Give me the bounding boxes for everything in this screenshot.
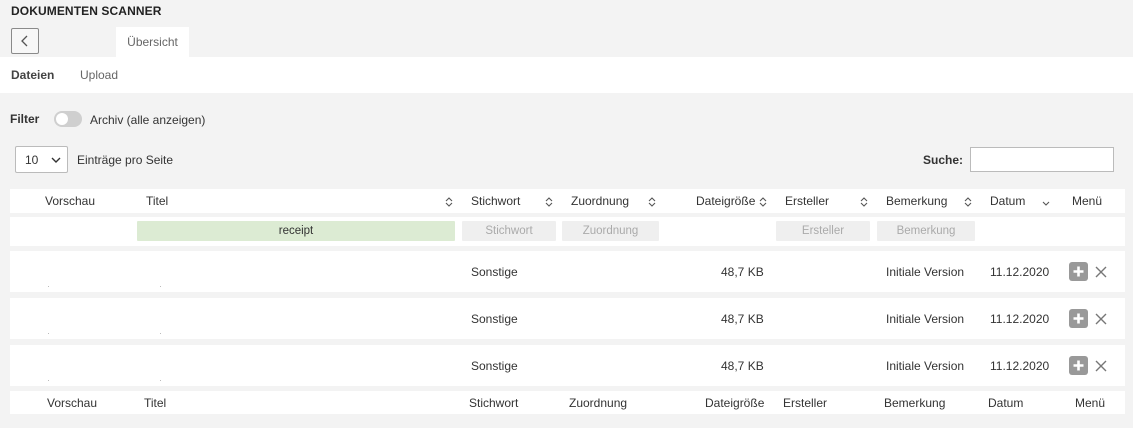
column-header-keyword[interactable]: Stichwort (471, 189, 520, 213)
title-cell[interactable] (160, 286, 161, 287)
filesize-cell: 48,7 KB (721, 358, 764, 373)
title-cell[interactable] (160, 333, 161, 334)
chevron-left-icon (21, 35, 28, 47)
plus-icon (1073, 266, 1084, 277)
plus-icon (1073, 313, 1084, 324)
title-cell[interactable] (160, 380, 161, 381)
title-filter-input[interactable]: receipt (137, 221, 455, 241)
entries-per-page-select[interactable]: 10 (15, 146, 68, 173)
remark-cell: Initiale Version (886, 311, 965, 326)
table-row[interactable]: Sonstige 48,7 KB Initiale Version 11.12.… (10, 345, 1125, 386)
keyword-filter-input[interactable]: Stichwort (462, 221, 556, 241)
sort-icon[interactable] (859, 196, 869, 208)
archive-label: Archiv (alle anzeigen) (90, 113, 206, 127)
toggle-knob (56, 113, 68, 125)
column-footer-filesize: Dateigröße (705, 395, 765, 410)
column-header-remark[interactable]: Bemerkung (886, 189, 947, 213)
column-header-preview[interactable]: Vorschau (45, 189, 95, 213)
table-row[interactable]: Sonstige 48,7 KB Initiale Version 11.12.… (10, 251, 1125, 292)
column-header-title[interactable]: Titel (146, 189, 168, 213)
preview-thumbnail[interactable] (48, 333, 49, 334)
sort-icon[interactable] (758, 196, 768, 208)
preview-thumbnail[interactable] (48, 286, 49, 287)
search-label: Suche: (923, 153, 964, 167)
chevron-down-icon (51, 157, 61, 163)
sub-navigation: Dateien Upload (0, 57, 1133, 93)
remark-cell: Initiale Version (886, 264, 965, 279)
add-version-button[interactable] (1069, 309, 1088, 328)
preview-thumbnail[interactable] (48, 380, 49, 381)
filter-label: Filter (10, 112, 40, 126)
column-footer-date: Datum (988, 395, 1024, 410)
column-footer-keyword: Stichwort (469, 395, 519, 410)
sort-desc-icon[interactable] (1041, 198, 1051, 208)
entries-per-page-value: 10 (25, 152, 39, 167)
entries-per-page-label: Einträge pro Seite (77, 153, 174, 167)
add-version-button[interactable] (1069, 356, 1088, 375)
add-version-button[interactable] (1069, 262, 1088, 281)
sort-icon[interactable] (963, 196, 973, 208)
remark-cell: Initiale Version (886, 358, 965, 373)
column-footer-creator: Ersteller (783, 395, 828, 410)
sort-icon[interactable] (647, 196, 657, 208)
creator-filter-input[interactable]: Ersteller (776, 221, 870, 241)
search-input[interactable] (970, 147, 1114, 172)
table-row[interactable]: Sonstige 48,7 KB Initiale Version 11.12.… (10, 298, 1125, 339)
column-header-date[interactable]: Datum (990, 189, 1025, 213)
column-header-creator[interactable]: Ersteller (785, 189, 829, 213)
filesize-cell: 48,7 KB (721, 264, 764, 279)
keyword-cell: Sonstige (471, 358, 518, 373)
assignment-filter-input[interactable]: Zuordnung (562, 221, 659, 241)
sort-icon[interactable] (544, 196, 554, 208)
column-footer-remark: Bemerkung (884, 395, 946, 410)
column-header-menu: Menü (1072, 194, 1103, 208)
column-footer-assignment: Zuordnung (569, 395, 628, 410)
column-header-filesize[interactable]: Dateigröße (696, 189, 755, 213)
close-icon[interactable] (1094, 359, 1108, 373)
column-filter-row: receipt Stichwort Zuordnung Ersteller Be… (10, 217, 1125, 246)
column-header-assignment[interactable]: Zuordnung (571, 189, 629, 213)
plus-icon (1073, 360, 1084, 371)
filesize-cell: 48,7 KB (721, 311, 764, 326)
keyword-cell: Sonstige (471, 311, 518, 326)
sort-icon[interactable] (444, 196, 454, 208)
table-header: Vorschau Titel Stichwort Zuordnung Datei… (10, 189, 1125, 213)
column-footer-title: Titel (144, 395, 167, 410)
column-footer-menu: Menü (1075, 395, 1106, 410)
close-icon[interactable] (1094, 265, 1108, 279)
date-cell: 11.12.2020 (990, 311, 1050, 326)
subnav-files[interactable]: Dateien (11, 68, 54, 82)
subnav-upload[interactable]: Upload (80, 68, 118, 82)
table-footer: Vorschau Titel Stichwort Zuordnung Datei… (10, 391, 1125, 414)
archive-toggle[interactable] (54, 111, 82, 127)
app-header: DOKUMENTEN SCANNER Übersicht (0, 0, 1133, 57)
date-cell: 11.12.2020 (990, 264, 1050, 279)
column-footer-preview: Vorschau (47, 395, 98, 410)
date-cell: 11.12.2020 (990, 358, 1050, 373)
keyword-cell: Sonstige (471, 264, 518, 279)
remark-filter-input[interactable]: Bemerkung (877, 221, 975, 241)
close-icon[interactable] (1094, 312, 1108, 326)
app-title: DOKUMENTEN SCANNER (11, 4, 162, 18)
back-button[interactable] (11, 28, 39, 54)
tab-overview[interactable]: Übersicht (116, 27, 189, 57)
